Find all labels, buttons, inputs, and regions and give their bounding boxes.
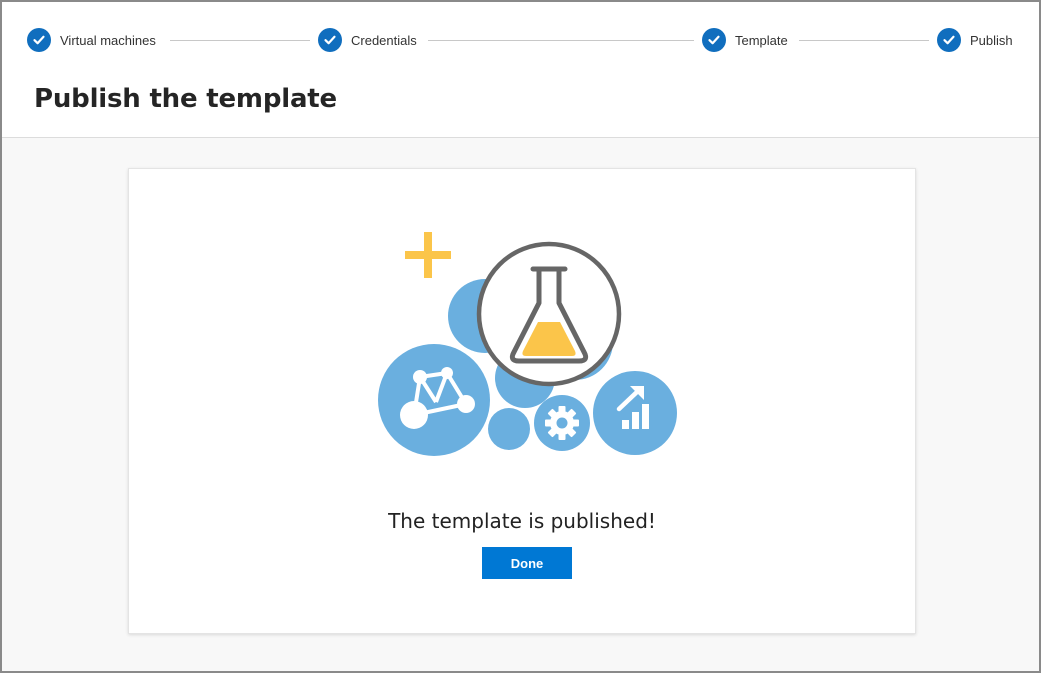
step-template[interactable]: Template	[702, 27, 788, 53]
flask-icon	[476, 241, 622, 387]
step-connector	[428, 40, 694, 41]
bubble	[488, 408, 530, 450]
published-illustration	[378, 232, 677, 456]
step-label: Credentials	[351, 32, 417, 48]
network-icon	[378, 344, 490, 456]
step-label: Template	[735, 32, 788, 48]
chart-up-icon	[593, 371, 677, 455]
check-icon	[27, 28, 51, 52]
step-connector	[170, 40, 310, 41]
result-card: The template is published! Done	[128, 168, 916, 634]
done-button[interactable]: Done	[482, 547, 572, 579]
check-icon	[702, 28, 726, 52]
page-title: Publish the template	[34, 84, 337, 114]
step-connector	[799, 40, 929, 41]
wizard-header: Virtual machines Credentials Template Pu…	[2, 2, 1039, 138]
check-icon	[318, 28, 342, 52]
app-frame: Virtual machines Credentials Template Pu…	[0, 0, 1041, 673]
success-message: The template is published!	[388, 509, 656, 533]
plus-icon	[405, 232, 451, 278]
check-icon	[937, 28, 961, 52]
gear-icon	[534, 395, 590, 451]
step-credentials[interactable]: Credentials	[318, 27, 417, 53]
step-publish[interactable]: Publish	[937, 27, 1013, 53]
step-label: Virtual machines	[60, 32, 156, 48]
step-virtual-machines[interactable]: Virtual machines	[27, 27, 156, 53]
step-label: Publish	[970, 32, 1013, 48]
